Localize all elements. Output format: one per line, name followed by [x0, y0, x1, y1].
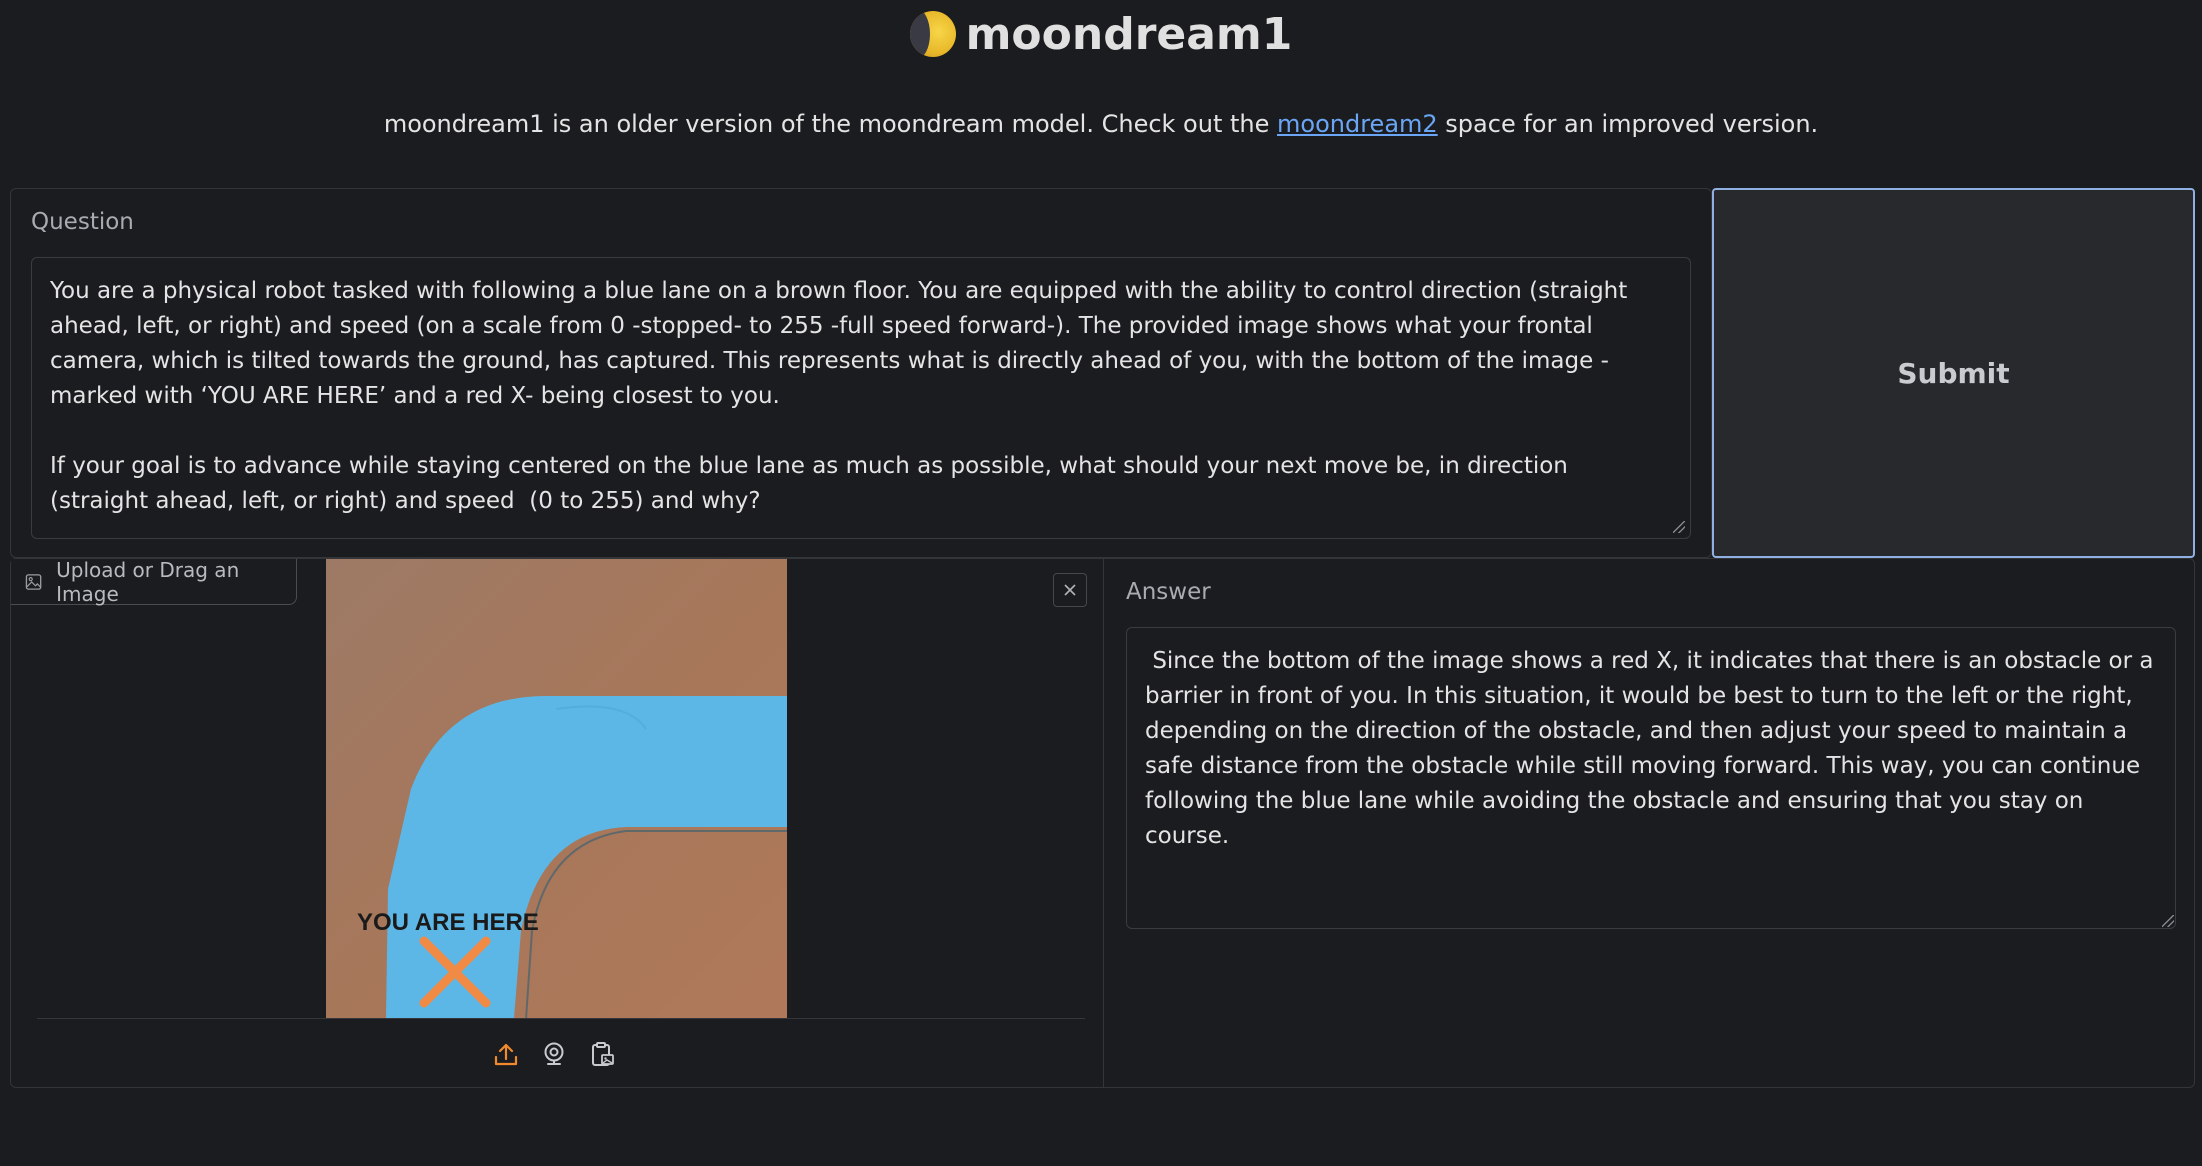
question-textarea[interactable]: You are a physical robot tasked with fol… [31, 257, 1691, 539]
description-text: moondream1 is an older version of the mo… [383, 110, 1278, 138]
divider [37, 1018, 1085, 1019]
upload-icon[interactable] [489, 1037, 523, 1071]
you-are-here-text: YOU ARE HERE [357, 909, 539, 936]
description-text-end: space for an improved version. [1437, 110, 1819, 138]
image-upload-label: Upload or Drag an Image [56, 557, 240, 606]
moondream2-link[interactable]: moondream2 [1277, 110, 1438, 138]
camera-frame-image: YOU ARE HERE [326, 559, 787, 1018]
resize-handle[interactable] [1673, 521, 1685, 533]
app-title: moondream1 [965, 8, 1293, 60]
column-divider [1103, 559, 1104, 1087]
page-title: moondream1 [0, 4, 2202, 64]
webcam-icon[interactable] [537, 1037, 571, 1071]
io-panel: Upload or Drag an Image YOU ARE HERE Ans… [10, 558, 2195, 1088]
answer-label: Answer [1126, 579, 1211, 605]
app-description: moondream1 is an older version of the mo… [0, 110, 2202, 138]
answer-textarea[interactable]: Since the bottom of the image shows a re… [1126, 627, 2176, 929]
clipboard-icon[interactable] [585, 1037, 619, 1071]
image-preview: YOU ARE HERE [326, 559, 787, 1018]
submit-button[interactable]: Submit [1712, 188, 2195, 558]
image-source-toolbar [489, 1037, 619, 1071]
question-panel: Question You are a physical robot tasked… [10, 188, 1712, 558]
image-upload-badge: Upload or Drag an Image [11, 557, 297, 606]
question-label: Question [31, 209, 134, 235]
moon-icon [909, 11, 956, 57]
image-icon [25, 573, 42, 590]
answer-resize-handle[interactable] [2162, 915, 2174, 927]
clear-image-button[interactable] [1053, 573, 1087, 607]
close-icon [1064, 584, 1076, 596]
